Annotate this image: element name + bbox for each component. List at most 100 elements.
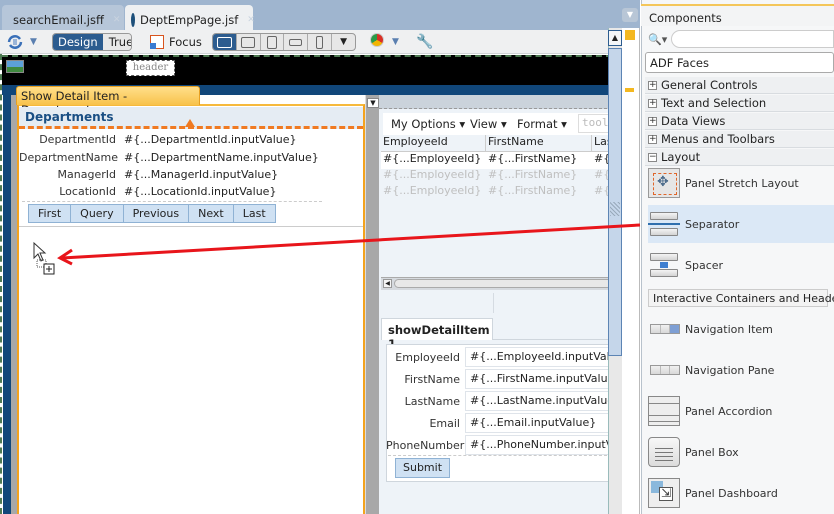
expand-icon: + [648, 97, 657, 108]
tablet-portrait-button[interactable] [261, 34, 285, 50]
panel-box-icon [648, 437, 680, 467]
tab-searchemail[interactable]: searchEmail.jsff ✕ [2, 5, 124, 30]
refresh-icon[interactable] [6, 33, 24, 51]
employeeid-input[interactable]: #{...EmployeeId.inputValue} [465, 347, 611, 367]
subcategory-interactive-containers[interactable]: Interactive Containers and Headers [648, 289, 834, 307]
component-navigation-item[interactable]: Navigation Item [648, 310, 834, 348]
column-header-employeeid[interactable]: EmployeeId [381, 135, 486, 151]
chevron-down-icon[interactable]: ▼ [30, 33, 37, 51]
image-icon[interactable] [6, 60, 24, 73]
divider [493, 293, 494, 313]
close-tab-icon[interactable]: ✕ [247, 15, 255, 25]
navigation-item-icon [648, 314, 680, 344]
show-detail-item-1-tab[interactable]: showDetailItem 1 [381, 318, 493, 351]
last-button[interactable]: Last [233, 205, 275, 222]
left-region-border [3, 95, 11, 514]
query-button[interactable]: Query [71, 205, 124, 222]
browser-icon[interactable] [370, 33, 384, 47]
design-mode-button[interactable]: Design [53, 34, 103, 50]
table-row[interactable]: #{...EmployeeId} #{...FirstName} #{... [381, 152, 612, 169]
search-icon[interactable]: 🔍▾ [645, 33, 671, 46]
panel-splitter[interactable] [365, 95, 379, 514]
focus-button[interactable]: Focus [150, 33, 202, 51]
component-panel-stretch-layout[interactable]: Panel Stretch Layout [648, 164, 834, 202]
collapse-icon: − [648, 151, 657, 162]
category-text-and-selection[interactable]: + Text and Selection [645, 95, 834, 112]
close-tab-icon[interactable]: ✕ [113, 15, 121, 25]
field-label: PhoneNumber [386, 438, 465, 452]
previous-button[interactable]: Previous [123, 205, 190, 222]
field-value[interactable]: #{...DepartmentId.inputValue} [116, 133, 297, 151]
category-general-controls[interactable]: + General Controls [645, 77, 834, 94]
scrollbar-thumb[interactable] [394, 279, 612, 288]
table-cell: #{...FirstName} [488, 184, 578, 197]
component-spacer[interactable]: Spacer [648, 246, 834, 284]
search-input[interactable] [671, 30, 834, 48]
device-dropdown-button[interactable]: ▼ [332, 34, 355, 50]
table-row[interactable]: #{...EmployeeId} #{...FirstName} #{... [381, 168, 612, 185]
table-cell: #{...EmployeeId} [383, 184, 482, 197]
component-separator[interactable]: Separator [648, 205, 834, 243]
focus-icon [150, 35, 164, 49]
form-row: LastName #{...LastName.inputValue} [386, 390, 611, 412]
page-header-region[interactable] [2, 55, 612, 85]
table-cell: #{...FirstName} [488, 168, 578, 181]
separator-icon [648, 209, 680, 239]
header-facet-label[interactable]: header [126, 60, 175, 76]
phone-landscape-button[interactable] [284, 34, 309, 50]
field-value[interactable]: #{...DepartmentName.inputValue} [116, 151, 319, 169]
table-cell: #{...EmployeeId} [383, 152, 482, 165]
device-selector: ▼ [212, 33, 356, 51]
tablet-landscape-button[interactable] [237, 34, 261, 50]
firstname-input[interactable]: #{...FirstName.inputValue} [465, 369, 611, 389]
form-divider [388, 455, 612, 456]
category-data-views[interactable]: + Data Views [645, 113, 834, 130]
chevron-down-icon[interactable]: ▼ [392, 33, 399, 51]
desktop-icon [216, 36, 232, 48]
column-header-firstname[interactable]: FirstName [486, 135, 592, 151]
wrench-icon[interactable]: 🔧 [416, 33, 433, 51]
panel-accordion-icon [648, 396, 680, 426]
phonenumber-input[interactable]: #{...PhoneNumber.inputValue} [465, 435, 611, 455]
field-value[interactable]: #{...ManagerId.inputValue} [116, 168, 278, 186]
next-button[interactable]: Next [189, 205, 234, 222]
component-navigation-pane[interactable]: Navigation Pane [648, 351, 834, 389]
warning-marker[interactable] [625, 88, 634, 92]
true-mode-button[interactable]: True [102, 34, 131, 50]
field-label: EmployeeId [395, 350, 460, 364]
submit-button[interactable]: Submit [395, 458, 450, 478]
table-cell: #{...EmployeeId} [383, 168, 482, 181]
component-panel-accordion[interactable]: Panel Accordion [648, 392, 834, 430]
tab-deptemppage[interactable]: DeptEmpPage.jsf ✕ [125, 5, 255, 30]
show-detail-item-tab[interactable]: Show Detail Item - Departments [16, 86, 200, 117]
scroll-up-arrow[interactable]: ▲ [608, 30, 622, 46]
component-panel-dashboard[interactable]: Panel Dashboard [648, 474, 834, 512]
phone-portrait-icon [316, 35, 324, 49]
view-menu[interactable]: View ▾ [470, 117, 507, 131]
jsf-file-icon [131, 12, 135, 27]
my-options-menu[interactable]: My Options ▾ [391, 117, 465, 131]
scroll-left-arrow[interactable]: ◀ [383, 279, 392, 288]
components-search: 🔍▾ [645, 29, 834, 49]
warning-marker[interactable] [625, 30, 635, 40]
editor-toolbar: ▼ Design True Focus ▼ ▼ 🔧 [0, 30, 612, 54]
first-button[interactable]: First [29, 205, 72, 222]
component-panel-box[interactable]: Panel Box [648, 433, 834, 471]
field-label: DepartmentName [19, 151, 119, 164]
library-select[interactable]: ADF Faces [645, 52, 834, 73]
tab-list-dropdown[interactable]: ▼ [622, 8, 638, 22]
table-row[interactable]: #{...EmployeeId} #{...FirstName} #{... [381, 184, 612, 201]
field-label: DepartmentId [39, 133, 116, 146]
splitter-collapse-button[interactable]: ▼ [367, 98, 379, 108]
phone-portrait-button[interactable] [308, 34, 333, 50]
format-menu[interactable]: Format ▾ [517, 117, 567, 131]
desktop-device-button[interactable] [213, 34, 237, 50]
table-cell: #{...FirstName} [488, 152, 578, 165]
region-top-strip [379, 95, 612, 109]
form-divider [22, 201, 322, 202]
email-input[interactable]: #{...Email.inputValue} [465, 413, 611, 433]
tablet-landscape-icon [241, 36, 256, 48]
category-menus-and-toolbars[interactable]: + Menus and Toolbars [645, 131, 834, 148]
lastname-input[interactable]: #{...LastName.inputValue} [465, 391, 611, 411]
form-row: DepartmentId #{...DepartmentId.inputValu… [19, 133, 363, 151]
